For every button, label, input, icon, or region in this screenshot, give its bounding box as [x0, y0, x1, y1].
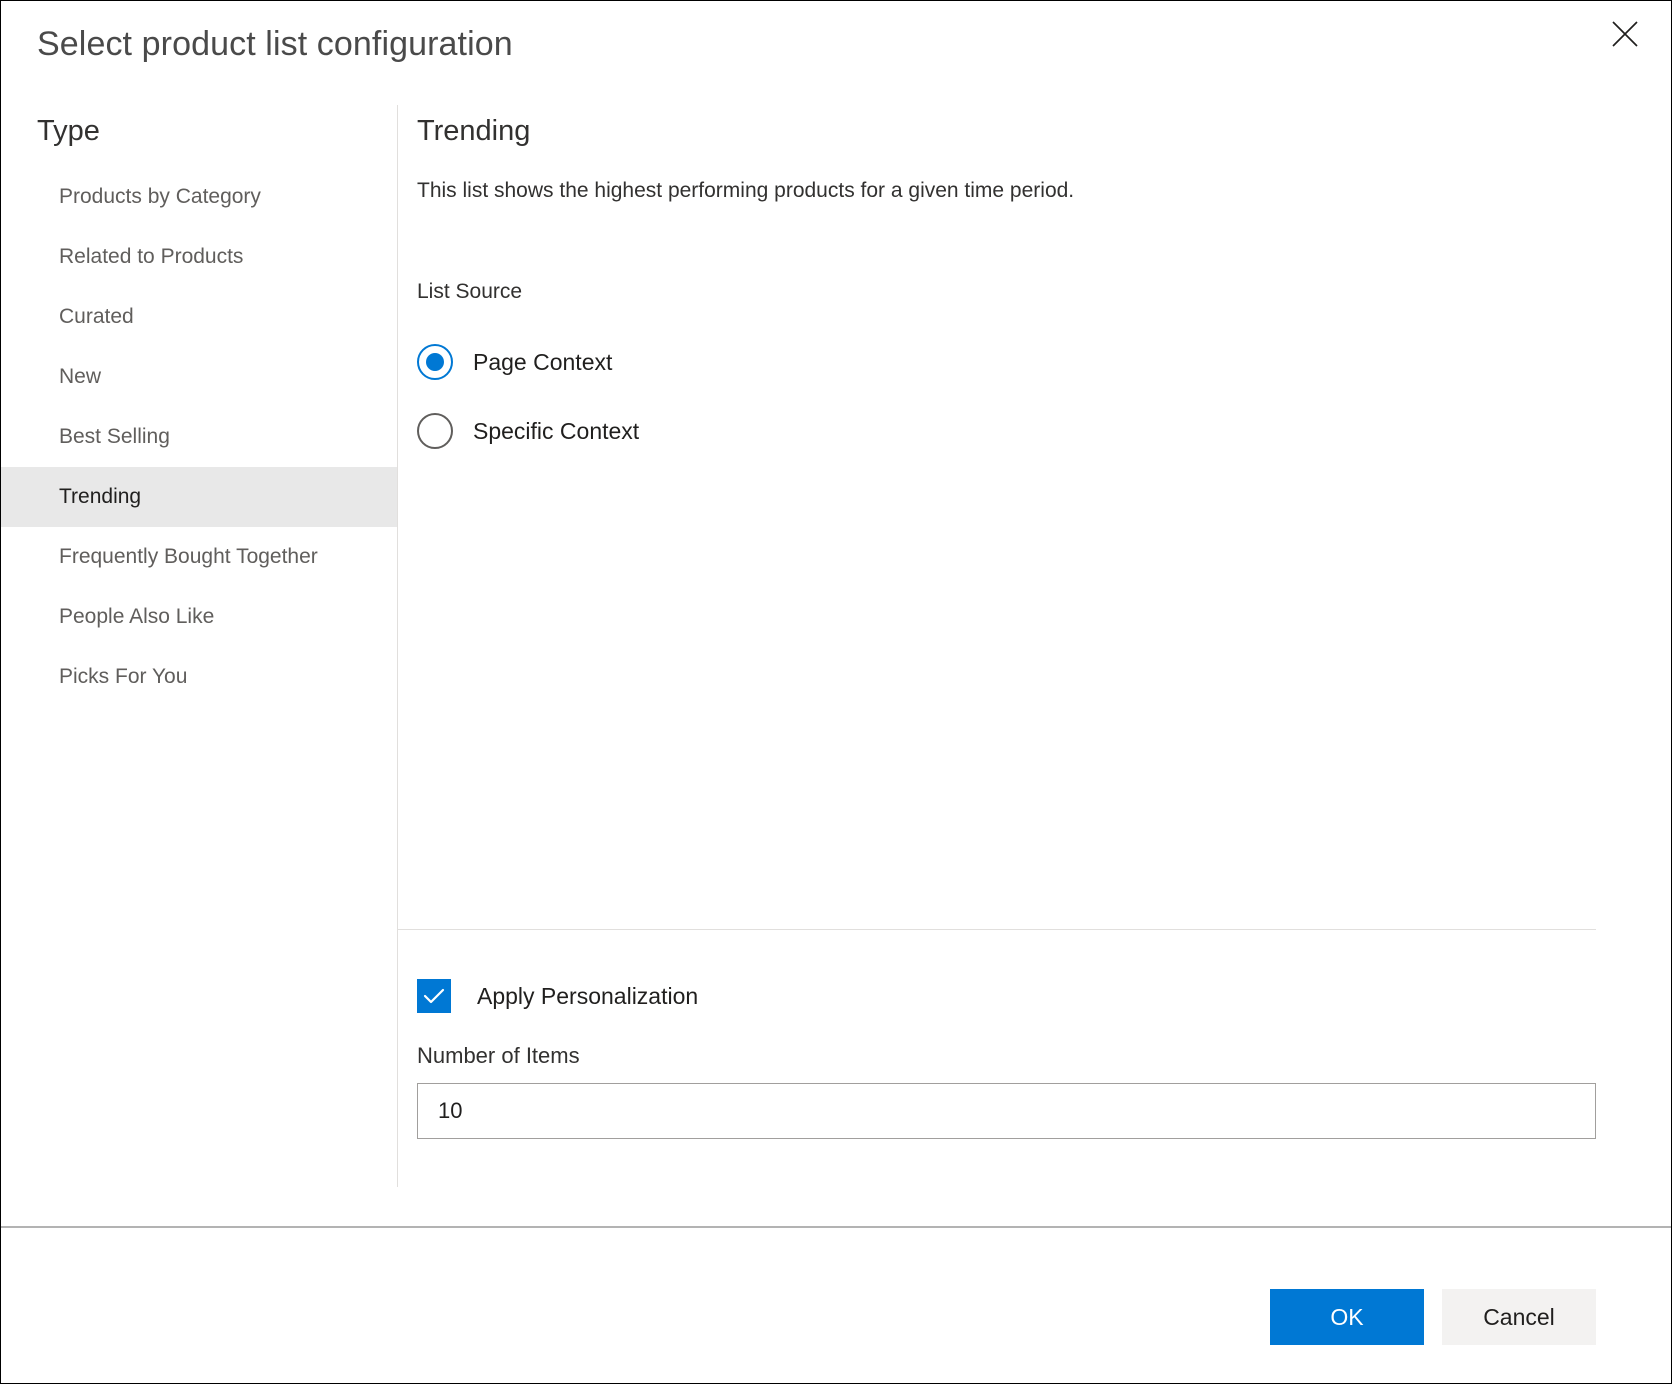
personalization-section: Apply Personalization Number of Items	[417, 979, 1596, 1139]
close-button[interactable]	[1601, 11, 1649, 57]
dialog-footer: OK Cancel	[1270, 1289, 1596, 1345]
ok-button[interactable]: OK	[1270, 1289, 1424, 1345]
detail-description: This list shows the highest performing p…	[417, 179, 1074, 203]
radio-specific-context[interactable]: Specific Context	[417, 406, 639, 456]
radio-page-context-label: Page Context	[473, 349, 612, 376]
section-separator	[398, 929, 1596, 930]
sidebar-item-new[interactable]: New	[1, 347, 398, 407]
radio-page-context[interactable]: Page Context	[417, 337, 639, 387]
type-heading: Type	[37, 115, 100, 148]
check-icon	[423, 987, 445, 1005]
checkbox-icon[interactable]	[417, 979, 451, 1013]
detail-panel: Trending This list shows the highest per…	[398, 105, 1671, 1383]
detail-heading: Trending	[417, 115, 530, 148]
sidebar-item-best-selling[interactable]: Best Selling	[1, 407, 398, 467]
radio-icon	[417, 344, 453, 380]
sidebar-item-people-also-like[interactable]: People Also Like	[1, 587, 398, 647]
number-of-items-input[interactable]	[417, 1083, 1596, 1139]
cancel-button[interactable]: Cancel	[1442, 1289, 1596, 1345]
page-title: Select product list configuration	[37, 25, 513, 64]
type-panel: Type Products by Category Related to Pro…	[1, 105, 398, 1383]
sidebar-item-related-to-products[interactable]: Related to Products	[1, 227, 398, 287]
list-source-label: List Source	[417, 280, 522, 304]
sidebar-item-frequently-bought-together[interactable]: Frequently Bought Together	[1, 527, 398, 587]
close-icon	[1610, 19, 1640, 49]
list-source-radio-group: Page Context Specific Context	[417, 337, 639, 475]
sidebar-item-curated[interactable]: Curated	[1, 287, 398, 347]
radio-selected-dot	[426, 353, 444, 371]
sidebar-item-products-by-category[interactable]: Products by Category	[1, 167, 398, 227]
apply-personalization-label: Apply Personalization	[477, 983, 698, 1010]
sidebar-item-picks-for-you[interactable]: Picks For You	[1, 647, 398, 707]
select-product-list-configuration-dialog: Select product list configuration Type P…	[0, 0, 1672, 1384]
type-list: Products by Category Related to Products…	[1, 167, 398, 707]
number-of-items-label: Number of Items	[417, 1043, 1596, 1069]
footer-separator	[1, 1226, 1671, 1228]
radio-icon	[417, 413, 453, 449]
radio-specific-context-label: Specific Context	[473, 418, 639, 445]
apply-personalization-checkbox-row[interactable]: Apply Personalization	[417, 979, 1596, 1013]
sidebar-item-trending[interactable]: Trending	[1, 467, 398, 527]
